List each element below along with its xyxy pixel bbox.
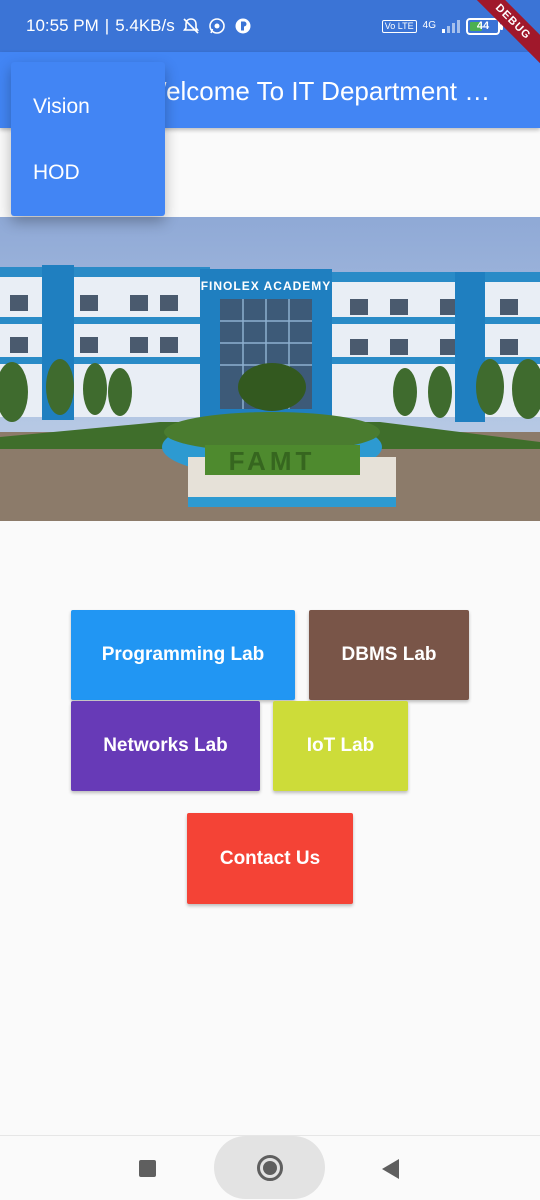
app-notification-icon: [233, 16, 253, 36]
popup-menu: Vision HOD: [11, 62, 165, 216]
status-right: Vo LTE 4G 44: [381, 0, 503, 52]
recents-square-icon[interactable]: [139, 1160, 156, 1177]
volte-badge: Vo LTE: [381, 19, 417, 33]
alarm-off-icon: [181, 16, 201, 36]
networks-lab-button[interactable]: Networks Lab: [71, 701, 260, 791]
hedge-letters: FAMT: [229, 446, 316, 476]
whatsapp-icon: [207, 16, 227, 36]
page-title: Welcome To IT Department of Finolex Acad…: [142, 76, 502, 106]
programming-lab-button[interactable]: Programming Lab: [71, 610, 295, 700]
system-nav-bar: [0, 1135, 540, 1200]
building-sign-text: FINOLEX ACADEMY: [201, 279, 332, 293]
college-building-image: FINOLEX ACADEMY FAMT: [0, 217, 540, 521]
app-screen: 10:55 PM | 5.4KB/s Vo LTE 4G 44 DEBUG We…: [0, 0, 540, 1200]
dbms-lab-button[interactable]: DBMS Lab: [309, 610, 469, 700]
battery-icon: 44: [466, 17, 503, 35]
iot-lab-button[interactable]: IoT Lab: [273, 701, 408, 791]
status-separator: |: [104, 16, 110, 35]
network-type: 4G: [422, 20, 436, 31]
status-speed: 5.4KB/s: [115, 16, 175, 35]
menu-item-vision[interactable]: Vision: [11, 74, 165, 140]
status-left: 10:55 PM | 5.4KB/s: [26, 16, 253, 36]
signal-icon: [442, 19, 460, 33]
contact-us-button[interactable]: Contact Us: [187, 813, 353, 904]
college-building-illustration: FINOLEX ACADEMY FAMT: [0, 217, 540, 521]
back-triangle-icon[interactable]: [382, 1159, 399, 1179]
status-bar: 10:55 PM | 5.4KB/s Vo LTE 4G 44: [0, 0, 540, 52]
home-circle-icon[interactable]: [257, 1155, 283, 1181]
battery-level: 44: [476, 20, 490, 32]
status-time: 10:55 PM: [26, 16, 99, 35]
menu-item-hod[interactable]: HOD: [11, 140, 165, 206]
